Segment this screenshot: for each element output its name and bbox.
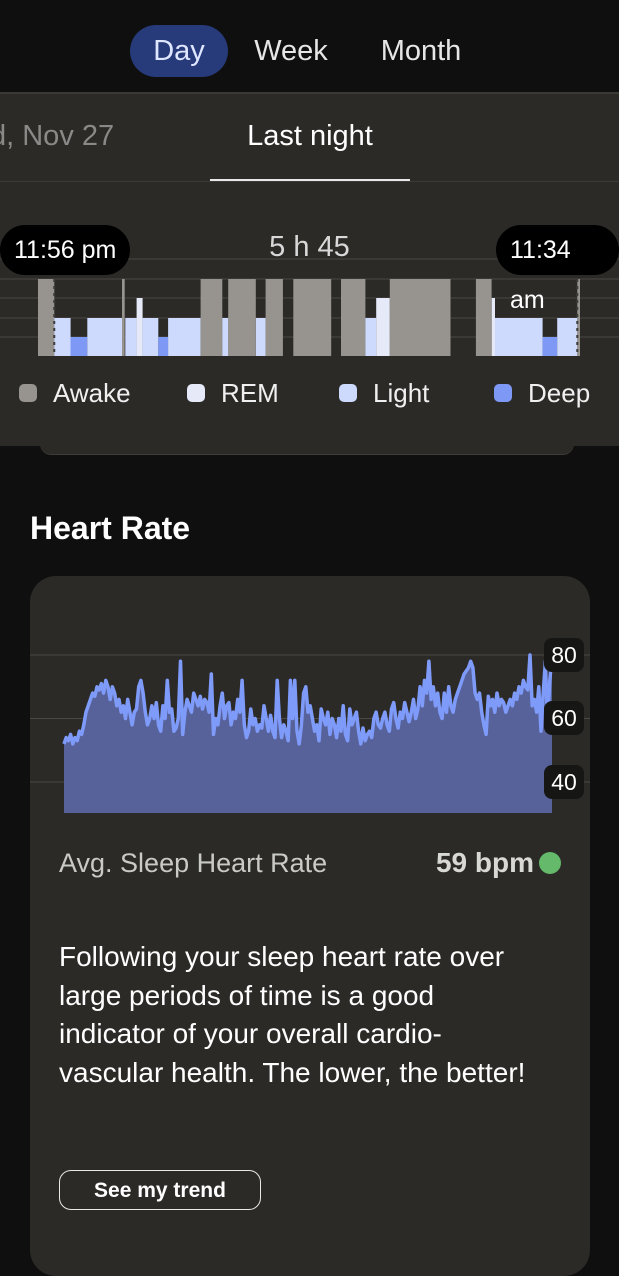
sleep-segment-awake xyxy=(475,279,492,356)
y-tick-label: 60 xyxy=(544,701,584,735)
awake-swatch-icon xyxy=(19,384,37,402)
status-dot-icon xyxy=(539,852,561,874)
legend-deep: Deep xyxy=(494,373,590,413)
sleep-segment-awake xyxy=(265,279,283,356)
sleep-segment-awake xyxy=(38,279,55,356)
legend-rem: REM xyxy=(187,373,279,413)
avg-heart-rate-label: Avg. Sleep Heart Rate xyxy=(59,848,328,878)
tab-day[interactable]: Day xyxy=(130,25,228,77)
tab-week[interactable]: Week xyxy=(240,25,342,77)
legend-awake: Awake xyxy=(19,373,131,413)
sleep-segment-awake xyxy=(293,279,332,356)
sleep-segment-light xyxy=(557,318,578,356)
heart-rate-chart xyxy=(30,653,590,813)
sleep-segment-light xyxy=(222,318,229,356)
sleep-segment-deep xyxy=(542,337,558,356)
sleep-segment-light xyxy=(365,318,377,356)
period-selector: Day Week Month xyxy=(0,0,619,92)
sleep-segment-rem xyxy=(491,298,495,356)
light-swatch-icon xyxy=(339,384,357,402)
legend-label: REM xyxy=(221,377,279,408)
sleep-segment-light xyxy=(142,318,159,356)
sleep-segment-light xyxy=(494,318,543,356)
y-tick-label: 40 xyxy=(544,765,584,799)
legend-label: Deep xyxy=(528,377,591,408)
avg-heart-rate-value: 59 bpm xyxy=(435,847,534,878)
legend-label: Light xyxy=(373,377,430,408)
tab-month[interactable]: Month xyxy=(362,25,480,77)
rem-swatch-icon xyxy=(187,384,205,402)
heart-rate-card: 80 60 40 Avg. Sleep Heart Rate 59 bpm Fo… xyxy=(30,576,590,1276)
heart-rate-description: Following your sleep heart rate over lar… xyxy=(59,941,526,1088)
heart-rate-area xyxy=(64,655,552,813)
sleep-card-edge xyxy=(40,444,574,455)
see-my-trend-button[interactable]: See my trend xyxy=(59,1170,261,1210)
sleep-segment-rem xyxy=(136,298,143,356)
sleep-segment-awake xyxy=(122,279,125,356)
sleep-segment-light xyxy=(87,318,122,356)
sleep-segment-light xyxy=(168,318,201,356)
sleep-segment-rem xyxy=(376,298,390,356)
sleep-segment-light xyxy=(54,318,71,356)
heart-rate-title: Heart Rate xyxy=(30,510,191,546)
sleep-card: d, Nov 27 Last night 11:56 pm 5 h 45 11:… xyxy=(0,92,619,446)
sleep-segment-awake xyxy=(341,279,366,356)
legend-light: Light xyxy=(339,373,429,413)
legend-label: Awake xyxy=(53,377,131,408)
sleep-segment-awake xyxy=(200,279,223,356)
y-tick-label: 80 xyxy=(544,638,584,672)
sleep-segment-light xyxy=(125,318,137,356)
sleep-segment-deep xyxy=(70,337,88,356)
sleep-segment-awake xyxy=(389,279,451,356)
avg-heart-rate-row: Avg. Sleep Heart Rate 59 bpm xyxy=(59,841,564,885)
sleep-segment-deep xyxy=(158,337,169,356)
sleep-end-time: 11:34 am xyxy=(496,225,619,314)
sleep-segment-light xyxy=(255,318,266,356)
sleep-legend: Awake REM Light Deep xyxy=(0,373,619,413)
sleep-segment-awake xyxy=(228,279,256,356)
deep-swatch-icon xyxy=(494,384,512,402)
